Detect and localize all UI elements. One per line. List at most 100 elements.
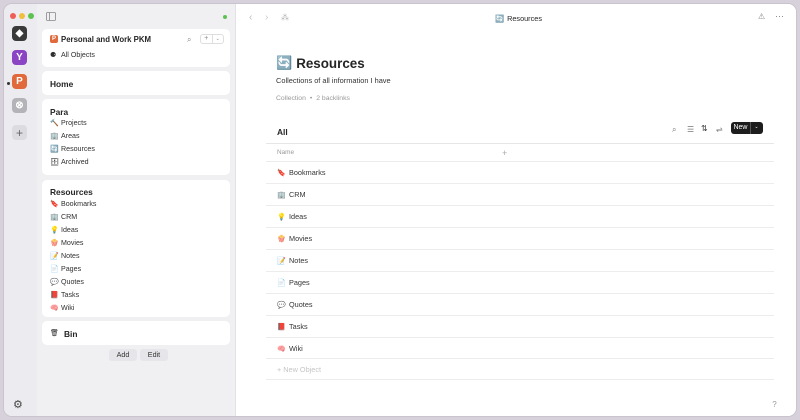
add-widget-button[interactable]: Add [109, 349, 137, 361]
object-icon: 📄 [50, 265, 59, 273]
row-name[interactable]: Quotes [289, 300, 313, 309]
object-icon: 🔨 [50, 120, 59, 128]
table-header: Name + [266, 143, 774, 161]
object-label: Projects [61, 119, 87, 128]
back-arrow-icon[interactable]: ‹ [249, 12, 252, 23]
sidebar-toggle-icon[interactable] [46, 12, 56, 21]
search-icon[interactable]: ⌕ [672, 125, 676, 135]
table-row[interactable]: 🔖 Bookmarks [266, 161, 774, 183]
para-item-resources[interactable]: 🔄 Resources [50, 143, 95, 156]
p-space-icon[interactable]: P [12, 74, 27, 89]
forward-arrow-icon[interactable]: › [265, 12, 268, 23]
table-row[interactable]: 🧠 Wiki [266, 337, 774, 359]
main-content: ‹ › ⁂ 🔄 Resources ⚠ ⋯ 🔄 Resources Collect… [237, 4, 796, 416]
all-objects-icon: ⚈ [50, 52, 57, 60]
para-item-areas[interactable]: 🏢 Areas [50, 130, 95, 143]
object-label: Tasks [61, 290, 80, 299]
table-row[interactable]: 📕 Tasks [266, 315, 774, 337]
window-title: 🔄 Resources [495, 14, 542, 23]
para-item-projects[interactable]: 🔨 Projects [50, 117, 95, 130]
resources-item-notes[interactable]: 📝 Notes [50, 250, 96, 263]
close-window-button[interactable] [10, 13, 16, 19]
object-icon: 📝 [50, 253, 59, 260]
cube-space-icon[interactable]: ◆ [12, 26, 27, 41]
row-object-icon: 🍿 [277, 235, 286, 243]
table-row[interactable]: 🍿 Movies [266, 227, 774, 249]
all-objects-link[interactable]: ⚈ All Objects [50, 49, 95, 62]
sort-icon[interactable]: ⇅ [701, 124, 708, 133]
row-name[interactable]: Tasks [289, 322, 308, 331]
row-name[interactable]: Movies [289, 234, 312, 243]
new-object-label: + New Object [277, 364, 322, 374]
create-object-button[interactable]: + ⌄ [200, 34, 224, 44]
table-row[interactable]: 💬 Quotes [266, 293, 774, 315]
row-name[interactable]: Notes [289, 256, 308, 265]
table-row[interactable]: 🏢 CRM [266, 183, 774, 205]
edit-widgets-button[interactable]: Edit [140, 349, 168, 361]
page-description[interactable]: Collections of all information I have [276, 76, 391, 85]
table-row[interactable]: 📄 Pages [266, 271, 774, 293]
globe-space-icon[interactable]: ⊗ [12, 98, 27, 113]
table-row[interactable]: 📝 Notes [266, 249, 774, 271]
zoom-window-button[interactable] [28, 13, 34, 19]
object-label: Archived [61, 158, 89, 167]
sync-status-dot [223, 15, 227, 19]
row-name[interactable]: Pages [289, 278, 310, 287]
home-title: Home [50, 79, 74, 89]
view-title[interactable]: All [277, 127, 288, 137]
add-space-button[interactable]: + [12, 125, 27, 140]
new-object-button[interactable]: New ⌄ [731, 122, 763, 134]
y-space-icon[interactable]: Y [12, 50, 27, 65]
table-row[interactable]: 💡 Ideas [266, 205, 774, 227]
row-name[interactable]: CRM [289, 190, 306, 199]
resources-item-crm[interactable]: 🏢 CRM [50, 211, 96, 224]
resources-item-pages[interactable]: 📄 Pages [50, 262, 96, 275]
search-icon[interactable]: ⌕ [187, 35, 191, 45]
plus-icon[interactable]: + [201, 35, 213, 43]
resources-item-tasks[interactable]: 📕 Tasks [50, 288, 96, 301]
add-column-button[interactable]: + [502, 148, 507, 158]
object-icon: 🏢 [50, 133, 59, 141]
view-settings-icon[interactable]: ⇌ [716, 125, 723, 134]
object-label: Ideas [61, 226, 79, 235]
new-button-label[interactable]: New [731, 122, 751, 134]
page-title-text: Resources [296, 55, 365, 71]
resources-item-wiki[interactable]: 🧠 Wiki [50, 301, 96, 314]
help-button[interactable]: ? [767, 397, 782, 412]
space-switcher: ◆ Y P ⊗ + ⚙ [4, 4, 37, 416]
row-name[interactable]: Ideas [289, 212, 307, 221]
filter-icon[interactable]: ☰ [687, 125, 694, 134]
all-objects-label: All Objects [61, 51, 95, 60]
resources-item-quotes[interactable]: 💬 Quotes [50, 275, 96, 288]
chevron-down-icon[interactable]: ⌄ [213, 35, 224, 43]
object-icon: 💬 [50, 278, 59, 286]
resources-item-ideas[interactable]: 💡 Ideas [50, 224, 96, 237]
page-title[interactable]: 🔄 Resources [276, 55, 365, 71]
settings-gear-icon[interactable]: ⚙ [13, 398, 23, 411]
resources-item-bookmarks[interactable]: 🔖 Bookmarks [50, 198, 96, 211]
warning-triangle-icon[interactable]: ⚠ [758, 12, 765, 21]
resources-widget: Resources 🔖 Bookmarks 🏢 CRM 💡 Ideas 🍿 Movies 📝 No… [42, 180, 230, 317]
home-widget[interactable]: Home [42, 71, 230, 95]
row-object-icon: 📝 [277, 257, 286, 265]
object-label: Pages [61, 264, 82, 273]
graph-view-icon[interactable]: ⁂ [281, 13, 289, 22]
row-name[interactable]: Wiki [289, 344, 303, 353]
more-options-icon[interactable]: ⋯ [775, 11, 784, 22]
row-object-icon: 💬 [277, 301, 286, 309]
new-object-row[interactable]: + New Object [266, 358, 774, 380]
resources-page-icon[interactable]: 🔄 [276, 55, 292, 71]
backlinks-label[interactable]: 2 backlinks [316, 95, 350, 102]
object-type-label[interactable]: Collection [276, 95, 306, 102]
bin-widget[interactable]: 🗑 Bin [42, 321, 230, 345]
resources-title[interactable]: Resources [50, 187, 93, 197]
space-name[interactable]: Personal and Work PKM [61, 35, 151, 44]
para-item-archived[interactable]: 🗄 Archived [50, 156, 95, 169]
minimize-window-button[interactable] [19, 13, 25, 19]
resources-item-movies[interactable]: 🍿 Movies [50, 237, 96, 250]
chevron-down-icon[interactable]: ⌄ [751, 122, 762, 134]
para-title[interactable]: Para [50, 107, 68, 117]
row-name[interactable]: Bookmarks [289, 168, 326, 177]
name-column-header[interactable]: Name [277, 149, 294, 156]
row-object-icon: 🧠 [277, 345, 286, 353]
